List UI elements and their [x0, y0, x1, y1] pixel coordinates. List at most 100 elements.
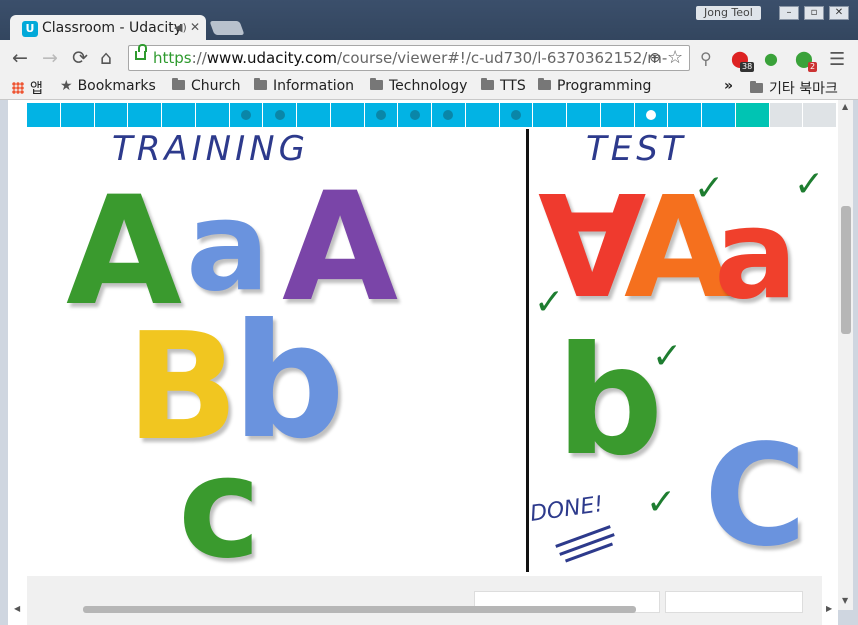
progress-segment[interactable]: [600, 103, 634, 127]
progress-dot: [240, 110, 251, 120]
bookmark-church[interactable]: Church: [172, 78, 241, 94]
extension-red-badge: 38: [740, 62, 755, 72]
progress-dot: [645, 110, 656, 120]
lock-icon: [135, 44, 147, 60]
url-text[interactable]: https://www.udacity.com/course/viewer#!/…: [153, 49, 667, 67]
training-label: TRAINING: [112, 129, 309, 169]
folder-icon: [481, 78, 494, 90]
lesson-controls-area: [27, 576, 822, 625]
progress-segment[interactable]: [330, 103, 364, 127]
apps-grid-icon: [12, 82, 24, 94]
browser-window: Jong Teol – ▫ ✕ U Classroom - Udacity ◀)…: [0, 0, 858, 625]
vertical-scroll-track[interactable]: [838, 100, 853, 610]
menu-icon[interactable]: ☰: [829, 49, 845, 70]
progress-segment[interactable]: [229, 103, 263, 127]
progress-segment[interactable]: [702, 103, 735, 127]
progress-segment[interactable]: [195, 103, 229, 127]
bookmark-technology[interactable]: Technology: [370, 78, 467, 94]
speaker-icon: ◀): [174, 21, 187, 34]
progress-segment[interactable]: [398, 103, 431, 127]
lesson-progress-bar: [27, 103, 837, 127]
progress-dot: [443, 110, 454, 120]
check-mark-icon: ✓: [646, 482, 677, 523]
bookmark-programming[interactable]: Programming: [538, 78, 651, 94]
progress-dot: [375, 110, 386, 120]
progress-segment[interactable]: [364, 103, 398, 127]
progress-segment[interactable]: [499, 103, 533, 127]
folder-icon: [254, 78, 267, 90]
progress-segment[interactable]: [60, 103, 94, 127]
star-icon: ★: [60, 78, 73, 94]
back-button[interactable]: ←: [12, 48, 28, 68]
tab-title: Classroom - Udacity: [42, 20, 183, 36]
other-bookmarks[interactable]: 기타 북마크: [750, 78, 838, 98]
progress-segment[interactable]: [432, 103, 465, 127]
test-letter-b-green: b: [556, 315, 664, 489]
zoom-icon[interactable]: ⊕: [649, 50, 661, 66]
progress-segment[interactable]: [668, 103, 701, 127]
apps-shortcut[interactable]: 앱: [12, 78, 43, 98]
close-window-button[interactable]: ✕: [829, 6, 849, 20]
horizontal-scrollbar[interactable]: [83, 606, 636, 613]
extension-green-icon[interactable]: ●: [764, 49, 778, 68]
close-tab-icon[interactable]: ✕: [190, 20, 200, 34]
lesson-video-frame[interactable]: TRAINING TEST A a A B b c ∀ A a b C ✓ ✓ …: [8, 127, 838, 579]
bookmarks-bar: 앱 ★ Bookmarks Church Information Technolo…: [0, 76, 858, 100]
tab-classroom[interactable]: U Classroom - Udacity ◀) ✕: [10, 15, 206, 41]
scroll-left-arrow-icon[interactable]: ◀: [14, 604, 20, 613]
progress-segment[interactable]: [803, 103, 836, 127]
bookmark-information[interactable]: Information: [254, 78, 354, 94]
bookmark-star-icon[interactable]: ☆: [667, 47, 683, 68]
bookmark-tts[interactable]: TTS: [481, 78, 526, 94]
progress-segment[interactable]: [162, 103, 195, 127]
folder-icon: [750, 81, 763, 93]
progress-segment[interactable]: [465, 103, 499, 127]
progress-segment[interactable]: [533, 103, 566, 127]
lesson-control-box[interactable]: [665, 591, 803, 613]
tab-strip: Jong Teol – ▫ ✕ U Classroom - Udacity ◀)…: [0, 0, 858, 41]
progress-segment[interactable]: [263, 103, 296, 127]
profile-button[interactable]: Jong Teol: [696, 6, 761, 20]
vertical-scrollbar-thumb[interactable]: [841, 206, 851, 334]
scroll-right-arrow-icon[interactable]: ▶: [826, 604, 832, 613]
scroll-down-arrow-icon[interactable]: ▼: [842, 596, 848, 605]
progress-dot: [409, 110, 420, 120]
progress-dot: [274, 110, 285, 120]
home-button[interactable]: ⌂: [100, 48, 112, 68]
check-mark-icon: ✓: [534, 282, 565, 323]
check-mark-icon: ✓: [794, 164, 825, 205]
progress-segment[interactable]: [128, 103, 161, 127]
test-letter-C-blue: C: [704, 415, 807, 578]
progress-segment[interactable]: [27, 103, 60, 127]
magnifier-icon[interactable]: ⚲: [700, 49, 712, 68]
minimize-button[interactable]: –: [779, 6, 799, 20]
training-letter-c-green: c: [178, 427, 261, 590]
folder-icon: [370, 78, 383, 90]
new-tab-button[interactable]: [209, 21, 245, 35]
folder-icon: [172, 78, 185, 90]
address-bar[interactable]: https://www.udacity.com/course/viewer#!/…: [128, 44, 690, 71]
progress-segment[interactable]: [94, 103, 128, 127]
udacity-favicon-icon: U: [22, 21, 38, 37]
progress-segment[interactable]: [634, 103, 668, 127]
extension-green-badge: 2: [808, 62, 818, 72]
progress-segment[interactable]: [769, 103, 803, 127]
done-underline: [564, 542, 614, 563]
forward-button[interactable]: →: [42, 48, 58, 68]
check-mark-icon: ✓: [694, 168, 725, 209]
done-label: DONE!: [528, 492, 605, 527]
maximize-button[interactable]: ▫: [804, 6, 824, 20]
folder-icon: [538, 78, 551, 90]
progress-segment[interactable]: [297, 103, 330, 127]
reload-button[interactable]: ⟳: [72, 48, 88, 68]
test-label: TEST: [586, 129, 687, 169]
progress-segment[interactable]: [567, 103, 600, 127]
check-mark-icon: ✓: [652, 336, 683, 377]
progress-dot: [510, 110, 521, 120]
bookmark-bookmarks[interactable]: ★ Bookmarks: [60, 78, 156, 94]
test-letter-a-red: a: [714, 183, 798, 327]
page-content: TRAINING TEST A a A B b c ∀ A a b C ✓ ✓ …: [8, 100, 838, 625]
bookmarks-overflow-button[interactable]: »: [724, 78, 733, 94]
progress-segment[interactable]: [735, 103, 769, 127]
scroll-up-arrow-icon[interactable]: ▲: [842, 102, 848, 111]
